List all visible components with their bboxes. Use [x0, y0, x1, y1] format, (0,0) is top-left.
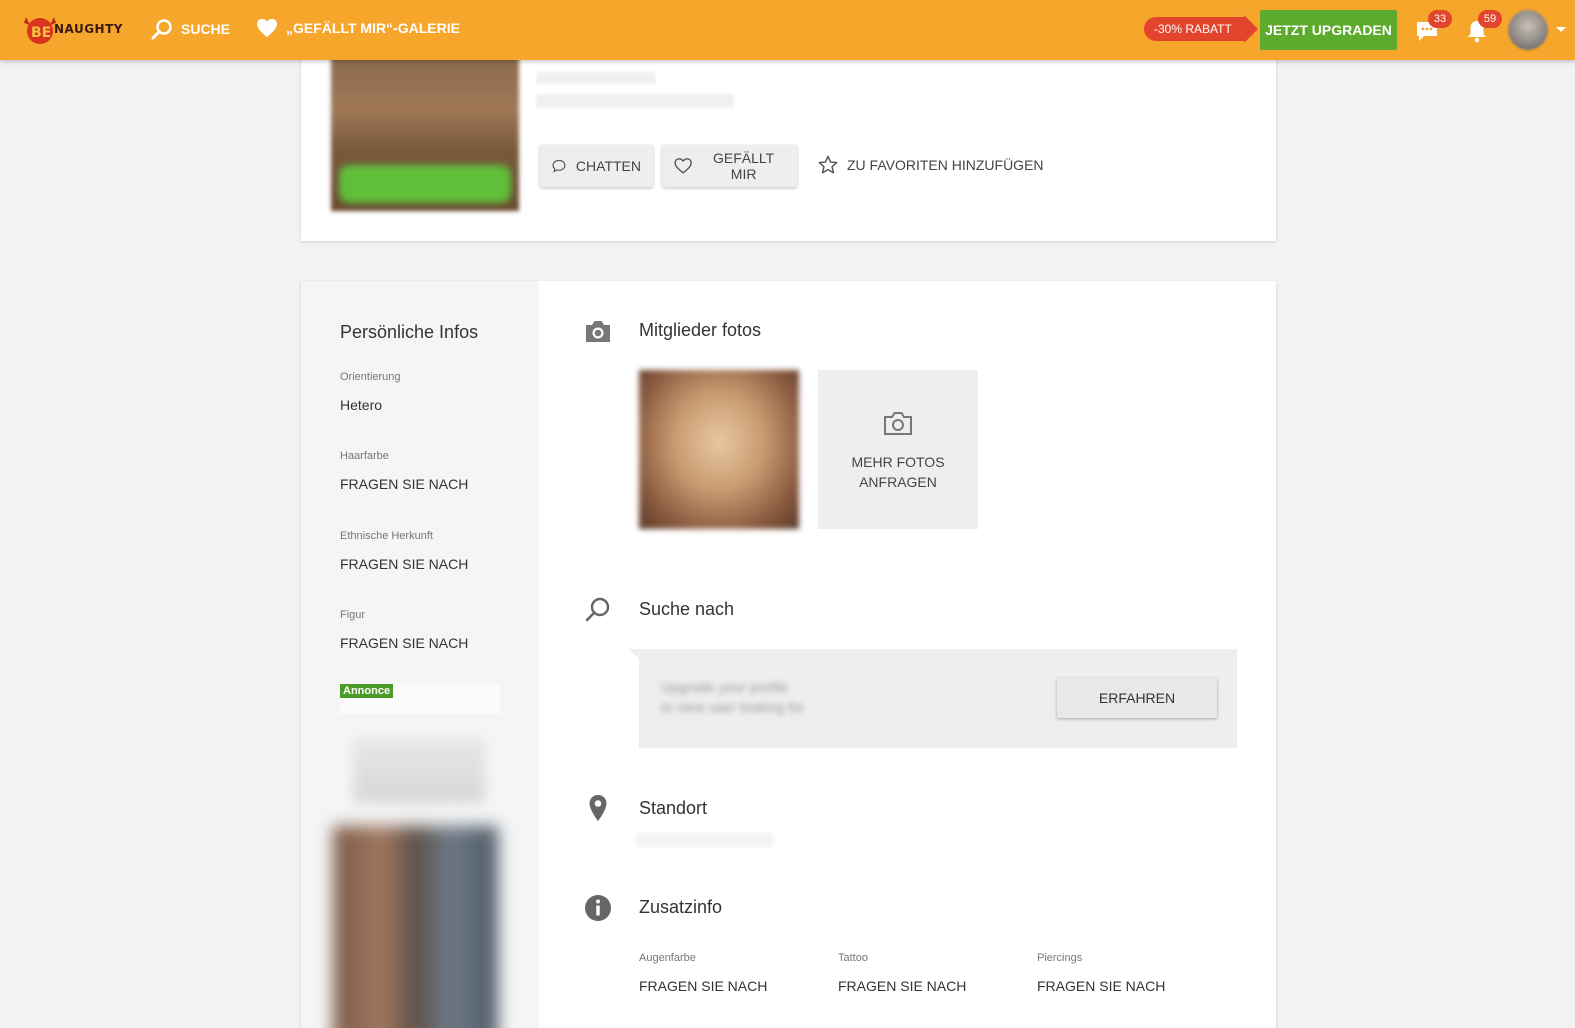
chevron-down-icon[interactable]: [1556, 27, 1566, 32]
search-for-panel: Upgrade your profile to view user lookin…: [629, 649, 1237, 748]
learn-more-button[interactable]: ERFAHREN: [1057, 678, 1217, 718]
ad-text-block[interactable]: [353, 737, 485, 803]
camera-icon: [583, 317, 613, 347]
messages-button[interactable]: 33: [1414, 10, 1452, 44]
chat-button-label: CHATTEN: [575, 158, 641, 174]
logo-text: NAUGHTY: [54, 22, 123, 36]
orientation-value: Hetero: [340, 397, 383, 413]
ad-image[interactable]: [333, 826, 498, 1028]
figure-value[interactable]: FRAGEN SIE NACH: [340, 635, 468, 651]
member-photo[interactable]: [639, 370, 799, 529]
svg-text:BE: BE: [31, 25, 51, 41]
request-more-photos-button[interactable]: MEHR FOTOS ANFRAGEN: [818, 370, 978, 529]
add-to-favorites-button[interactable]: ZU FAVORITEN HINZUFÜGEN: [817, 154, 1044, 176]
discount-label: -30% RABATT: [1144, 17, 1246, 41]
blurred-text-line: Upgrade your profile: [661, 679, 788, 695]
like-button[interactable]: GEFÄLLT MIR: [662, 145, 797, 187]
star-outline-icon: [818, 155, 838, 174]
chat-icon: [552, 159, 566, 173]
notifications-button[interactable]: 59: [1464, 10, 1502, 44]
piercings-label: Piercings: [1037, 952, 1083, 964]
chat-button[interactable]: CHATTEN: [540, 145, 653, 187]
logo-devil-icon: BE: [20, 11, 60, 47]
search-icon: [583, 595, 613, 625]
camera-outline-icon: [884, 411, 912, 435]
info-icon: [583, 893, 613, 923]
top-navigation-bar: BE NAUGHTY SUCHE „GEFÄLLT MIR“-GALERIE -…: [0, 0, 1575, 60]
profile-meta-placeholder: [536, 72, 656, 84]
ethnicity-label: Ethnische Herkunft: [340, 530, 433, 542]
tattoo-value[interactable]: FRAGEN SIE NACH: [838, 978, 966, 994]
additional-info-title: Zusatzinfo: [639, 897, 723, 917]
profile-details-card: Persönliche Infos Orientierung Hetero Ha…: [301, 281, 1276, 1028]
piercings-value[interactable]: FRAGEN SIE NACH: [1037, 978, 1165, 994]
like-button-label: GEFÄLLT MIR: [713, 150, 775, 182]
eye-color-value[interactable]: FRAGEN SIE NACH: [639, 978, 767, 994]
user-avatar[interactable]: [1508, 10, 1548, 50]
blurred-text-line: to view user looking for: [661, 699, 805, 715]
heart-outline-icon: [674, 158, 692, 174]
figure-label: Figur: [340, 609, 366, 621]
heart-icon: [257, 18, 277, 38]
nav-search-label: SUCHE: [181, 21, 231, 37]
profile-meta-placeholder: [536, 94, 734, 108]
tattoo-label: Tattoo: [838, 952, 868, 964]
add-to-favorites-label: ZU FAVORITEN HINZUFÜGEN: [847, 157, 1044, 173]
hair-color-label: Haarfarbe: [340, 450, 389, 462]
eye-color-label: Augenfarbe: [639, 952, 696, 964]
member-photos-title: Mitglieder fotos: [639, 320, 762, 340]
search-for-title: Suche nach: [639, 599, 735, 619]
discount-arrow-icon: [1243, 15, 1258, 43]
request-more-photos-label: MEHR FOTOS ANFRAGEN: [851, 453, 945, 490]
location-pin-icon: [583, 793, 613, 823]
nav-like-gallery-label: „GEFÄLLT MIR“-GALERIE: [286, 20, 460, 36]
site-logo[interactable]: BE NAUGHTY: [20, 10, 123, 48]
nav-search[interactable]: SUCHE: [151, 18, 230, 40]
notifications-count-badge: 59: [1478, 10, 1502, 28]
discount-badge[interactable]: -30% RABATT: [1144, 15, 1258, 43]
personal-info-sidebar: Persönliche Infos Orientierung Hetero Ha…: [301, 281, 539, 1028]
ad-label: Annonce: [340, 684, 394, 698]
nav-like-gallery[interactable]: „GEFÄLLT MIR“-GALERIE: [256, 18, 460, 38]
search-for-blurred-text: Upgrade your profile to view user lookin…: [661, 677, 804, 717]
upgrade-button[interactable]: JETZT UPGRADEN: [1260, 10, 1397, 50]
hair-color-value[interactable]: FRAGEN SIE NACH: [340, 476, 468, 492]
profile-photo-overlay: [339, 165, 511, 203]
location-value-placeholder: [637, 833, 773, 847]
orientation-label: Orientierung: [340, 371, 401, 383]
search-icon: [151, 19, 172, 40]
profile-header-card: CHATTEN GEFÄLLT MIR ZU FAVORITEN HINZUFÜ…: [301, 30, 1276, 241]
profile-photo[interactable]: [331, 55, 519, 211]
location-title: Standort: [639, 798, 708, 818]
messages-count-badge: 33: [1428, 10, 1452, 28]
ethnicity-value[interactable]: FRAGEN SIE NACH: [340, 556, 468, 572]
personal-info-title: Persönliche Infos: [340, 322, 479, 342]
